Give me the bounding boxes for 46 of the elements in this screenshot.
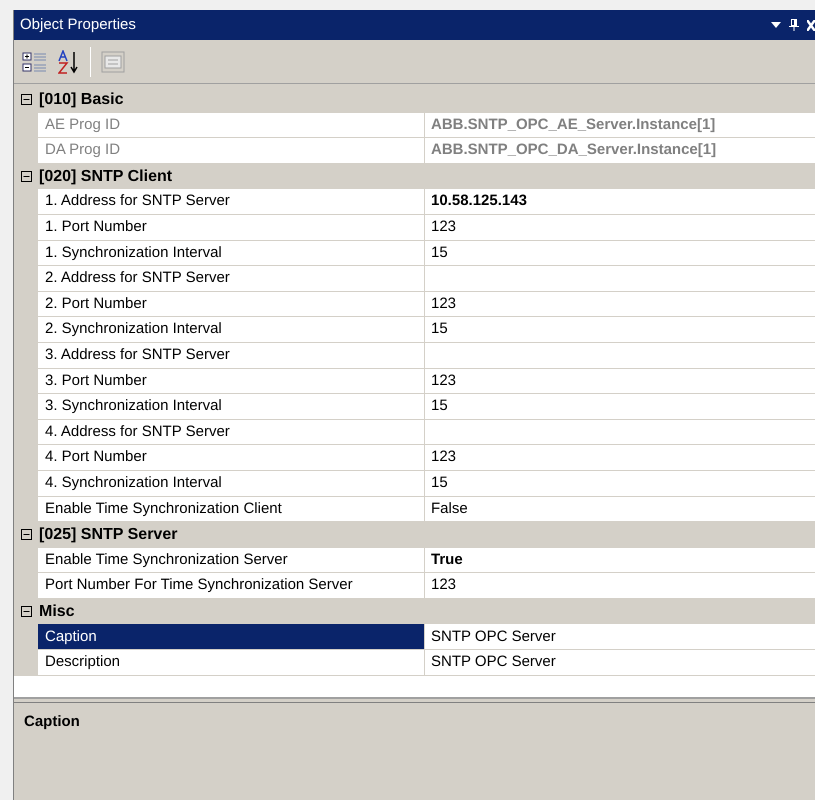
- collapse-icon[interactable]: [20, 606, 32, 618]
- category-title[interactable]: [025] SNTP Server: [38, 522, 178, 547]
- property-name[interactable]: Enable Time Synchronization Client: [38, 496, 425, 522]
- property-name[interactable]: Caption: [38, 624, 425, 650]
- window-title: Object Properties: [20, 14, 137, 35]
- property-value[interactable]: 10.58.125.143: [425, 189, 815, 215]
- property-name[interactable]: 1. Synchronization Interval: [38, 240, 425, 266]
- dropdown-icon[interactable]: [771, 22, 781, 28]
- property-value[interactable]: True: [425, 548, 815, 574]
- property-value[interactable]: 15: [425, 240, 815, 266]
- property-name[interactable]: 1. Port Number: [38, 214, 425, 241]
- property-name[interactable]: 3. Port Number: [38, 368, 425, 394]
- property-value[interactable]: 15: [425, 394, 815, 420]
- property-name[interactable]: Description: [38, 650, 425, 676]
- property-name[interactable]: 3. Synchronization Interval: [38, 394, 425, 420]
- property-name[interactable]: 2. Synchronization Interval: [38, 317, 425, 343]
- property-value[interactable]: 15: [425, 317, 815, 343]
- category-title[interactable]: [020] SNTP Client: [38, 164, 172, 189]
- property-value[interactable]: 123: [425, 292, 815, 318]
- property-value[interactable]: 123: [425, 214, 815, 241]
- property-name[interactable]: 4. Synchronization Interval: [38, 470, 425, 496]
- property-name[interactable]: 4. Port Number: [38, 445, 425, 471]
- sort-alphabetical-icon[interactable]: [58, 50, 80, 74]
- categorized-icon[interactable]: [22, 50, 48, 72]
- property-value[interactable]: 123: [425, 573, 815, 599]
- collapse-icon[interactable]: [20, 171, 32, 182]
- property-value[interactable]: 123: [425, 445, 815, 471]
- collapse-icon[interactable]: [20, 529, 32, 540]
- close-icon[interactable]: [807, 20, 815, 30]
- property-name[interactable]: Enable Time Synchronization Server: [38, 548, 425, 574]
- property-name[interactable]: 2. Port Number: [38, 292, 425, 318]
- help-title: Caption: [24, 712, 81, 732]
- property-name[interactable]: 4. Address for SNTP Server: [38, 420, 425, 446]
- pin-icon[interactable]: [789, 19, 799, 31]
- category-title[interactable]: [010] Basic: [38, 88, 124, 112]
- property-value[interactable]: SNTP OPC Server: [425, 624, 815, 650]
- property-name[interactable]: 1. Address for SNTP Server: [38, 189, 425, 215]
- property-value[interactable]: 123: [425, 368, 815, 394]
- property-value[interactable]: 15: [425, 470, 815, 496]
- collapse-icon[interactable]: [20, 94, 32, 106]
- property-value[interactable]: False: [425, 496, 815, 522]
- category-title[interactable]: Misc: [38, 600, 75, 624]
- property-name[interactable]: 3. Address for SNTP Server: [38, 342, 425, 369]
- property-name[interactable]: Port Number For Time Synchronization Server: [38, 573, 425, 599]
- property-name[interactable]: 2. Address for SNTP Server: [38, 266, 425, 292]
- property-value[interactable]: SNTP OPC Server: [425, 650, 815, 676]
